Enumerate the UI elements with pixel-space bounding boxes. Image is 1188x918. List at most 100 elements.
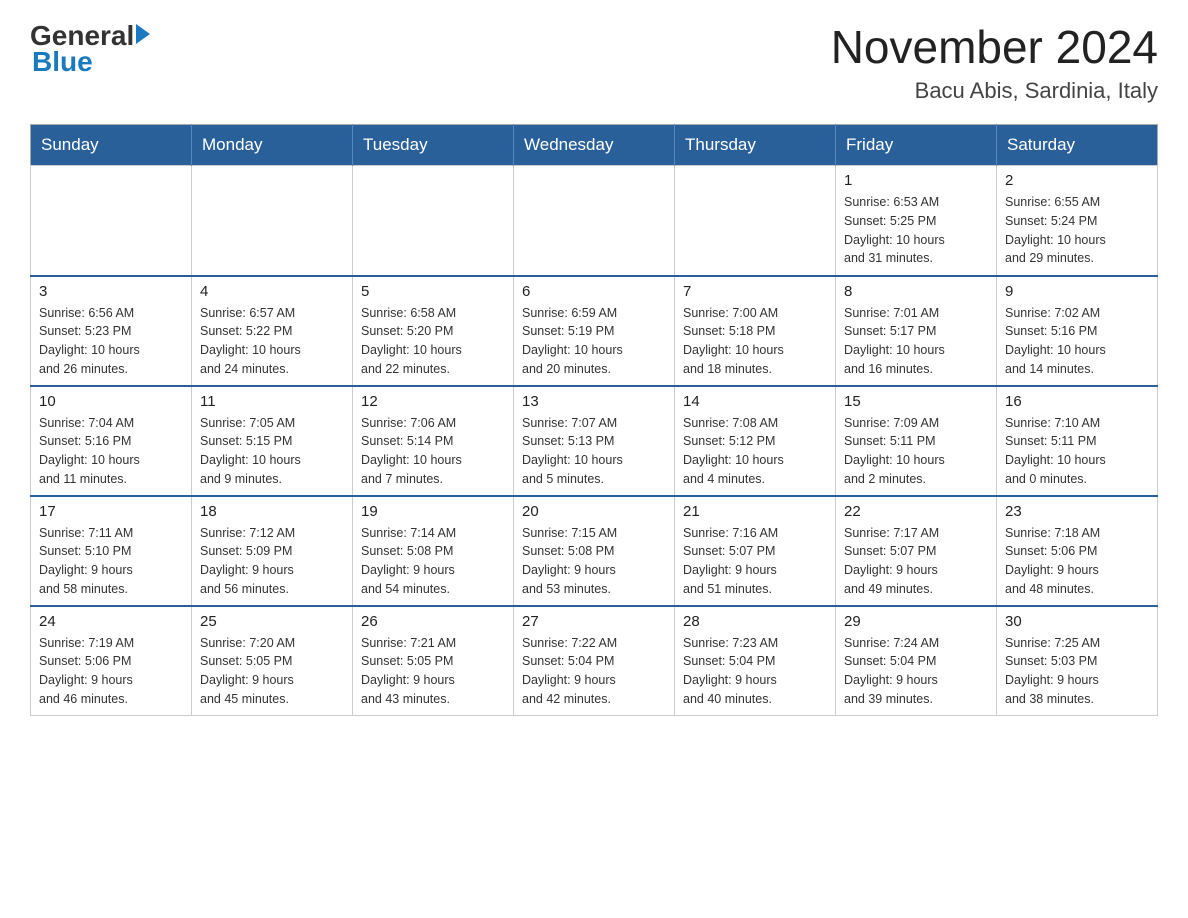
day-number: 24: [39, 613, 183, 630]
day-cell: [675, 166, 836, 276]
day-cell: 3 Sunrise: 6:56 AM Sunset: 5:23 PM Daylig…: [31, 276, 192, 386]
day-cell: [353, 166, 514, 276]
day-cell: 18 Sunrise: 7:12 AM Sunset: 5:09 PM Dayli…: [192, 496, 353, 606]
day-info: Sunrise: 7:20 AM Sunset: 5:05 PM Dayligh…: [200, 634, 344, 709]
day-number: 3: [39, 283, 183, 300]
week-row-4: 17 Sunrise: 7:11 AM Sunset: 5:10 PM Dayli…: [31, 496, 1158, 606]
day-cell: 28 Sunrise: 7:23 AM Sunset: 5:04 PM Dayli…: [675, 606, 836, 716]
logo-blue: Blue: [30, 46, 150, 78]
page-header: General Blue November 2024 Bacu Abis, Sa…: [30, 20, 1158, 104]
day-number: 23: [1005, 503, 1149, 520]
day-info: Sunrise: 7:04 AM Sunset: 5:16 PM Dayligh…: [39, 414, 183, 489]
day-info: Sunrise: 7:16 AM Sunset: 5:07 PM Dayligh…: [683, 524, 827, 599]
day-number: 18: [200, 503, 344, 520]
week-row-2: 3 Sunrise: 6:56 AM Sunset: 5:23 PM Daylig…: [31, 276, 1158, 386]
day-number: 6: [522, 283, 666, 300]
day-info: Sunrise: 6:53 AM Sunset: 5:25 PM Dayligh…: [844, 193, 988, 268]
day-info: Sunrise: 6:58 AM Sunset: 5:20 PM Dayligh…: [361, 304, 505, 379]
day-number: 16: [1005, 393, 1149, 410]
day-cell: [514, 166, 675, 276]
day-cell: 22 Sunrise: 7:17 AM Sunset: 5:07 PM Dayli…: [836, 496, 997, 606]
day-cell: 16 Sunrise: 7:10 AM Sunset: 5:11 PM Dayli…: [997, 386, 1158, 496]
day-cell: 6 Sunrise: 6:59 AM Sunset: 5:19 PM Daylig…: [514, 276, 675, 386]
day-info: Sunrise: 7:22 AM Sunset: 5:04 PM Dayligh…: [522, 634, 666, 709]
day-info: Sunrise: 7:11 AM Sunset: 5:10 PM Dayligh…: [39, 524, 183, 599]
day-number: 21: [683, 503, 827, 520]
day-cell: 12Sunrise: 7:06 AM Sunset: 5:14 PM Dayli…: [353, 386, 514, 496]
day-number: 7: [683, 283, 827, 300]
day-cell: 30 Sunrise: 7:25 AM Sunset: 5:03 PM Dayli…: [997, 606, 1158, 716]
week-row-5: 24 Sunrise: 7:19 AM Sunset: 5:06 PM Dayli…: [31, 606, 1158, 716]
header-tuesday: Tuesday: [353, 125, 514, 166]
day-info: Sunrise: 7:01 AM Sunset: 5:17 PM Dayligh…: [844, 304, 988, 379]
title-area: November 2024 Bacu Abis, Sardinia, Italy: [831, 20, 1158, 104]
day-number: 1: [844, 172, 988, 189]
day-info: Sunrise: 6:59 AM Sunset: 5:19 PM Dayligh…: [522, 304, 666, 379]
day-cell: 14 Sunrise: 7:08 AM Sunset: 5:12 PM Dayli…: [675, 386, 836, 496]
day-info: Sunrise: 7:21 AM Sunset: 5:05 PM Dayligh…: [361, 634, 505, 709]
day-cell: 27 Sunrise: 7:22 AM Sunset: 5:04 PM Dayli…: [514, 606, 675, 716]
day-number: 2: [1005, 172, 1149, 189]
day-cell: 21 Sunrise: 7:16 AM Sunset: 5:07 PM Dayli…: [675, 496, 836, 606]
day-number: 10: [39, 393, 183, 410]
day-info: Sunrise: 7:09 AM Sunset: 5:11 PM Dayligh…: [844, 414, 988, 489]
header-wednesday: Wednesday: [514, 125, 675, 166]
location-subtitle: Bacu Abis, Sardinia, Italy: [831, 78, 1158, 104]
day-cell: 20Sunrise: 7:15 AM Sunset: 5:08 PM Dayli…: [514, 496, 675, 606]
day-number: 17: [39, 503, 183, 520]
day-cell: 7Sunrise: 7:00 AM Sunset: 5:18 PM Daylig…: [675, 276, 836, 386]
day-info: Sunrise: 7:15 AM Sunset: 5:08 PM Dayligh…: [522, 524, 666, 599]
day-cell: 9 Sunrise: 7:02 AM Sunset: 5:16 PM Daylig…: [997, 276, 1158, 386]
day-number: 13: [522, 393, 666, 410]
day-cell: 29 Sunrise: 7:24 AM Sunset: 5:04 PM Dayli…: [836, 606, 997, 716]
day-info: Sunrise: 7:10 AM Sunset: 5:11 PM Dayligh…: [1005, 414, 1149, 489]
day-info: Sunrise: 7:08 AM Sunset: 5:12 PM Dayligh…: [683, 414, 827, 489]
day-info: Sunrise: 7:12 AM Sunset: 5:09 PM Dayligh…: [200, 524, 344, 599]
day-cell: 1 Sunrise: 6:53 AM Sunset: 5:25 PM Daylig…: [836, 166, 997, 276]
day-info: Sunrise: 7:23 AM Sunset: 5:04 PM Dayligh…: [683, 634, 827, 709]
day-cell: 25Sunrise: 7:20 AM Sunset: 5:05 PM Dayli…: [192, 606, 353, 716]
day-cell: 13 Sunrise: 7:07 AM Sunset: 5:13 PM Dayli…: [514, 386, 675, 496]
day-cell: 5 Sunrise: 6:58 AM Sunset: 5:20 PM Daylig…: [353, 276, 514, 386]
day-info: Sunrise: 7:19 AM Sunset: 5:06 PM Dayligh…: [39, 634, 183, 709]
month-year-title: November 2024: [831, 20, 1158, 74]
day-info: Sunrise: 7:07 AM Sunset: 5:13 PM Dayligh…: [522, 414, 666, 489]
day-number: 11: [200, 393, 344, 410]
day-number: 15: [844, 393, 988, 410]
logo-arrow-icon: [136, 24, 150, 44]
day-cell: 26 Sunrise: 7:21 AM Sunset: 5:05 PM Dayli…: [353, 606, 514, 716]
logo: General Blue: [30, 20, 150, 78]
day-info: Sunrise: 6:55 AM Sunset: 5:24 PM Dayligh…: [1005, 193, 1149, 268]
day-number: 22: [844, 503, 988, 520]
header-sunday: Sunday: [31, 125, 192, 166]
day-info: Sunrise: 7:17 AM Sunset: 5:07 PM Dayligh…: [844, 524, 988, 599]
day-number: 26: [361, 613, 505, 630]
day-number: 5: [361, 283, 505, 300]
day-info: Sunrise: 7:24 AM Sunset: 5:04 PM Dayligh…: [844, 634, 988, 709]
day-number: 14: [683, 393, 827, 410]
day-cell: [192, 166, 353, 276]
day-number: 8: [844, 283, 988, 300]
day-cell: 17 Sunrise: 7:11 AM Sunset: 5:10 PM Dayli…: [31, 496, 192, 606]
day-info: Sunrise: 7:06 AM Sunset: 5:14 PM Dayligh…: [361, 414, 505, 489]
header-saturday: Saturday: [997, 125, 1158, 166]
day-number: 30: [1005, 613, 1149, 630]
day-info: Sunrise: 7:02 AM Sunset: 5:16 PM Dayligh…: [1005, 304, 1149, 379]
day-cell: 2 Sunrise: 6:55 AM Sunset: 5:24 PM Daylig…: [997, 166, 1158, 276]
day-number: 28: [683, 613, 827, 630]
week-row-1: 1 Sunrise: 6:53 AM Sunset: 5:25 PM Daylig…: [31, 166, 1158, 276]
day-info: Sunrise: 7:18 AM Sunset: 5:06 PM Dayligh…: [1005, 524, 1149, 599]
day-info: Sunrise: 6:56 AM Sunset: 5:23 PM Dayligh…: [39, 304, 183, 379]
day-number: 27: [522, 613, 666, 630]
day-info: Sunrise: 7:14 AM Sunset: 5:08 PM Dayligh…: [361, 524, 505, 599]
day-cell: 19Sunrise: 7:14 AM Sunset: 5:08 PM Dayli…: [353, 496, 514, 606]
day-number: 9: [1005, 283, 1149, 300]
day-number: 4: [200, 283, 344, 300]
header-thursday: Thursday: [675, 125, 836, 166]
day-info: Sunrise: 7:05 AM Sunset: 5:15 PM Dayligh…: [200, 414, 344, 489]
day-cell: 23 Sunrise: 7:18 AM Sunset: 5:06 PM Dayli…: [997, 496, 1158, 606]
header-friday: Friday: [836, 125, 997, 166]
day-cell: 10 Sunrise: 7:04 AM Sunset: 5:16 PM Dayli…: [31, 386, 192, 496]
day-info: Sunrise: 7:25 AM Sunset: 5:03 PM Dayligh…: [1005, 634, 1149, 709]
day-number: 29: [844, 613, 988, 630]
